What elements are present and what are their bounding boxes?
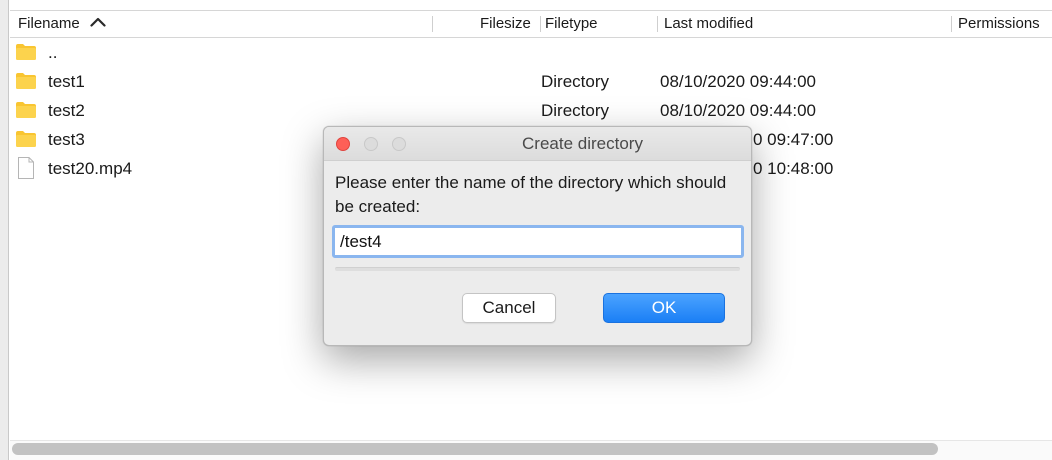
folder-icon <box>16 131 36 147</box>
column-separator[interactable] <box>540 16 541 32</box>
dialog-message: Please enter the name of the directory w… <box>335 173 727 216</box>
column-separator[interactable] <box>657 16 658 32</box>
column-header-filesize[interactable]: Filesize <box>480 11 531 37</box>
file-name: test2 <box>48 101 85 120</box>
file-name: test20.mp4 <box>48 159 133 178</box>
file-modified: 08/10/2020 09:44:00 <box>660 72 816 91</box>
folder-icon <box>16 73 36 89</box>
table-row[interactable]: test2 Directory 08/10/2020 09:44:00 <box>10 96 1052 125</box>
column-header-filename-label: Filename <box>18 15 80 32</box>
column-header-filesize-label: Filesize <box>480 15 531 32</box>
file-list-header: Filename Filesize Filetype Last modified… <box>10 10 1052 38</box>
dialog-divider <box>335 267 740 271</box>
column-header-filename[interactable]: Filename <box>18 11 106 37</box>
pane-left-border <box>0 0 9 460</box>
folder-icon <box>16 102 36 118</box>
file-modified: 0 09:47:00 <box>753 130 834 149</box>
ok-button[interactable]: OK <box>603 293 725 323</box>
file-modified: 0 10:48:00 <box>753 159 834 178</box>
dialog-title: Create directory <box>522 134 643 153</box>
file-name: test1 <box>48 72 85 91</box>
column-separator[interactable] <box>951 16 952 32</box>
file-icon <box>18 157 34 179</box>
file-type: Directory <box>541 101 610 120</box>
create-directory-dialog: Create directory Please enter the name o… <box>323 126 752 346</box>
horizontal-scrollbar-thumb[interactable] <box>12 443 938 455</box>
column-header-permissions[interactable]: Permissions <box>958 11 1040 37</box>
column-header-last-modified-label: Last modified <box>664 15 754 32</box>
column-header-permissions-label: Permissions <box>958 15 1040 32</box>
file-modified: 08/10/2020 09:44:00 <box>660 101 816 120</box>
column-header-filetype-label: Filetype <box>545 15 598 32</box>
file-type: Directory <box>541 72 610 91</box>
cancel-button[interactable]: Cancel <box>462 293 556 323</box>
directory-name-input[interactable] <box>332 225 744 258</box>
table-row[interactable]: .. <box>10 38 1052 67</box>
column-header-filetype[interactable]: Filetype <box>545 11 598 37</box>
file-name: .. <box>48 43 58 62</box>
column-header-last-modified[interactable]: Last modified <box>664 11 753 37</box>
dialog-titlebar[interactable]: Create directory <box>324 127 751 161</box>
file-name: test3 <box>48 130 85 149</box>
chevron-up-icon <box>90 10 106 36</box>
table-row[interactable]: test1 Directory 08/10/2020 09:44:00 <box>10 67 1052 96</box>
folder-icon <box>16 44 36 60</box>
file-browser-window: Filename Filesize Filetype Last modified… <box>0 0 1052 460</box>
column-separator[interactable] <box>432 16 433 32</box>
